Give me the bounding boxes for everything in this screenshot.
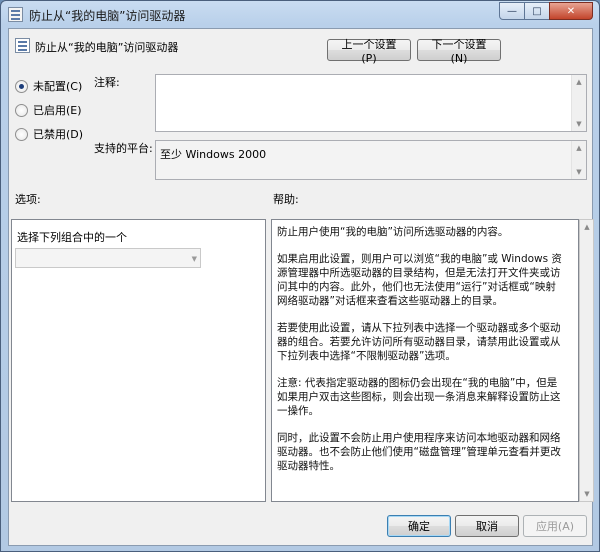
ok-button[interactable]: 确定 bbox=[387, 515, 451, 537]
combo-label: 选择下列组合中的一个 bbox=[17, 231, 127, 244]
scroll-down-icon[interactable]: ▼ bbox=[572, 117, 586, 131]
comment-label: 注释: bbox=[94, 76, 120, 89]
help-paragraph: 如果启用此设置，则用户可以浏览“我的电脑”或 Windows 资源管理器中所选驱… bbox=[277, 253, 562, 307]
radio-enabled[interactable]: 已启用(E) bbox=[15, 102, 82, 118]
help-scrollbar[interactable]: ▲ ▼ bbox=[579, 219, 594, 502]
setting-icon bbox=[15, 38, 30, 53]
window-title: 防止从“我的电脑”访问驱动器 bbox=[29, 9, 186, 23]
help-text: 防止用户使用“我的电脑”访问所选驱动器的内容。 如果启用此设置，则用户可以浏览“… bbox=[277, 225, 562, 486]
drive-combobox[interactable]: ▼ bbox=[15, 248, 201, 268]
help-paragraph: 若要使用此设置，请从下拉列表中选择一个驱动器或多个驱动器的组合。若要允许访问所有… bbox=[277, 322, 561, 362]
options-panel: 选择下列组合中的一个 ▼ bbox=[11, 219, 266, 502]
title-bar[interactable]: 防止从“我的电脑”访问驱动器 — □ ✕ bbox=[1, 1, 599, 27]
help-paragraph: 注意: 代表指定驱动器的图标仍会出现在“我的电脑”中，但是如果用户双击这些图标，… bbox=[277, 377, 561, 417]
scroll-down-icon[interactable]: ▼ bbox=[580, 487, 594, 501]
radio-not-configured[interactable]: 未配置(C) bbox=[15, 78, 82, 94]
radio-label: 已启用(E) bbox=[33, 104, 82, 117]
scroll-up-icon[interactable]: ▲ bbox=[572, 75, 586, 89]
apply-button[interactable]: 应用(A) bbox=[523, 515, 587, 537]
scroll-down-icon[interactable]: ▼ bbox=[572, 165, 586, 179]
radio-label: 未配置(C) bbox=[33, 80, 83, 93]
previous-setting-button[interactable]: 上一个设置(P) bbox=[327, 38, 411, 65]
chevron-down-icon[interactable]: ▼ bbox=[192, 255, 197, 263]
close-button[interactable]: ✕ bbox=[549, 2, 593, 20]
radio-disabled[interactable]: 已禁用(D) bbox=[15, 126, 83, 142]
dialog-content: 防止从“我的电脑”访问驱动器 上一个设置(P) 下一个设置(N) 未配置(C) … bbox=[8, 28, 594, 546]
radio-label: 已禁用(D) bbox=[33, 128, 84, 141]
help-panel: 防止用户使用“我的电脑”访问所选驱动器的内容。 如果启用此设置，则用户可以浏览“… bbox=[271, 219, 579, 502]
radio-circle[interactable] bbox=[15, 127, 28, 141]
platform-field: 至少 Windows 2000 ▲ ▼ bbox=[155, 140, 587, 180]
radio-circle[interactable] bbox=[15, 103, 28, 117]
cancel-button[interactable]: 取消 bbox=[455, 515, 519, 537]
next-setting-button[interactable]: 下一个设置(N) bbox=[417, 38, 501, 65]
comment-scrollbar[interactable]: ▲ ▼ bbox=[571, 75, 586, 131]
platform-label: 支持的平台: bbox=[94, 142, 153, 155]
scroll-up-icon[interactable]: ▲ bbox=[580, 220, 594, 234]
help-label: 帮助: bbox=[273, 193, 299, 206]
options-label: 选项: bbox=[15, 193, 41, 206]
help-paragraph: 防止用户使用“我的电脑”访问所选驱动器的内容。 bbox=[277, 226, 509, 238]
platform-value: 至少 Windows 2000 bbox=[160, 148, 267, 161]
window-controls: — □ ✕ bbox=[499, 2, 593, 20]
radio-circle[interactable] bbox=[15, 79, 28, 93]
policy-icon bbox=[8, 7, 23, 22]
maximize-button[interactable]: □ bbox=[524, 2, 550, 20]
help-paragraph: 同时，此设置不会防止用户使用程序来访问本地驱动器和网络驱动器。也不会防止他们使用… bbox=[277, 432, 561, 472]
comment-textarea[interactable]: ▲ ▼ bbox=[155, 74, 587, 132]
dialog-window: 防止从“我的电脑”访问驱动器 — □ ✕ 防止从“我的电脑”访问驱动器 上一个设… bbox=[0, 0, 600, 552]
minimize-button[interactable]: — bbox=[499, 2, 525, 20]
scroll-up-icon[interactable]: ▲ bbox=[572, 141, 586, 155]
setting-title: 防止从“我的电脑”访问驱动器 bbox=[35, 41, 179, 54]
platform-scrollbar[interactable]: ▲ ▼ bbox=[571, 141, 586, 179]
